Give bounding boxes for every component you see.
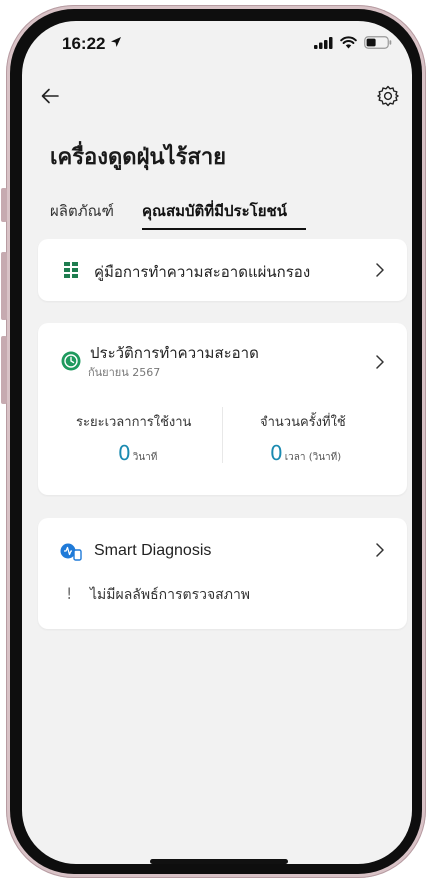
chevron-right-icon [376,355,384,369]
usage-time-label: ระยะเวลาการใช้งาน [76,415,192,430]
usage-time-number: 0 [118,441,131,465]
usage-count-number: 0 [270,441,283,465]
exclamation-icon: ! [66,584,73,603]
side-button [1,336,7,404]
chevron-right-icon [376,543,384,557]
stat-divider [222,407,223,463]
diagnosis-message: ไม่มีผลลัพธ์การตรวจสภาพ [90,587,251,603]
usage-count-value: 0 เวลา (วินาที) [270,441,341,465]
location-arrow-icon [111,37,121,47]
filter-guide-card[interactable]: คู่มือการทำความสะอาดแผ่นกรอง [38,239,407,301]
chevron-right-icon [376,263,384,277]
status-time: 16:22 [62,34,106,53]
gear-icon[interactable] [376,84,400,108]
usage-count-unit: เวลา (วินาที) [284,452,342,463]
filter-grid-icon [64,262,78,278]
app-screen: 16:22 เครื่องดูดฝุ่นไร้สาย ผลิตภัณฑ์ คุณ… [22,21,412,864]
usage-time-value: 0 วินาที [118,441,157,465]
status-bar: 16:22 [22,21,412,67]
signal-icon [314,37,333,49]
clock-icon [61,351,81,371]
smart-diagnosis-card[interactable]: Smart Diagnosis ! ไม่มีผลลัพธ์การตรวจสภา… [38,518,407,629]
smart-diagnosis-title: Smart Diagnosis [94,542,212,559]
home-indicator[interactable] [150,859,288,864]
filter-guide-title: คู่มือการทำความสะอาดแผ่นกรอง [94,263,311,281]
active-tab-indicator [142,228,306,230]
battery-icon [364,36,392,49]
tab-products[interactable]: ผลิตภัณฑ์ [50,199,114,223]
wifi-icon [340,36,357,49]
usage-count-label: จำนวนครั้งที่ใช้ [260,415,346,430]
side-button [1,188,7,222]
usage-time-unit: วินาที [132,452,158,463]
page-title: เครื่องดูดฝุ่นไร้สาย [50,145,227,170]
back-arrow-icon[interactable] [38,84,62,108]
cleaning-history-title: ประวัติการทำความสะอาด [90,344,259,362]
history-date: กันยายน 2567 [88,366,161,379]
tab-useful-features[interactable]: คุณสมบัติที่มีประโยชน์ [142,199,287,223]
side-button [1,252,7,320]
smart-diagnosis-icon [60,543,82,561]
cleaning-history-card[interactable]: ประวัติการทำความสะอาด กันยายน 2567 ระยะเ… [38,323,407,495]
